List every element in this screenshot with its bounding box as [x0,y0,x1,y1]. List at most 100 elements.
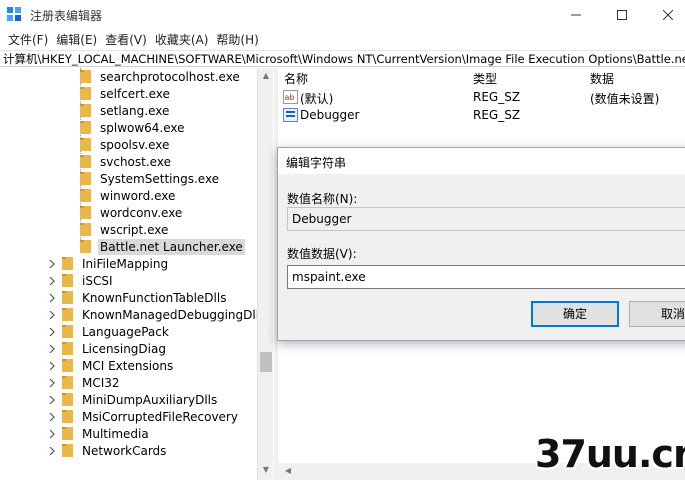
list-row[interactable]: ab (默认) REG_SZ (数值未设置) [278,88,685,106]
tree-node[interactable]: iSCSI [62,272,115,289]
expand-chevron-icon[interactable] [47,323,57,340]
tree-node[interactable]: winword.exe [80,187,177,204]
tree-node-label: KnownManagedDebuggingDlls [82,307,258,322]
tree-node[interactable]: LicensingDiag [62,340,168,357]
tree-scroll-thumb[interactable] [260,352,272,372]
tree-node[interactable]: IniFileMapping [62,255,170,272]
tree-node-label: MsiCorruptedFileRecovery [82,409,238,424]
scroll-down-icon[interactable]: ▼ [260,464,272,476]
expand-chevron-icon[interactable] [47,408,57,425]
folder-icon [80,240,91,253]
folder-icon [62,393,73,406]
registry-tree: searchprotocolhost.exe selfcert.exe setlan… [0,68,258,480]
tree-scrollbar[interactable]: ▲ ▼ [257,68,273,480]
expand-chevron-icon[interactable] [47,306,57,323]
folder-icon [80,138,91,151]
tree-node[interactable]: selfcert.exe [80,85,172,102]
tree-node[interactable]: MCI Extensions [62,357,175,374]
tree-node[interactable]: Multimedia [62,425,151,442]
expand-chevron-icon[interactable] [47,272,57,289]
tree-node[interactable]: MiniDumpAuxiliaryDlls [62,391,219,408]
list-header: 名称 类型 数据 [278,68,685,86]
scroll-left-icon[interactable]: ◀ [282,465,294,477]
menu-view[interactable]: 查看(V) [101,31,151,48]
value-name-field: Debugger [287,207,685,231]
maximize-icon [617,9,627,20]
tree-node[interactable]: NetworkCards [62,442,168,459]
expand-chevron-icon[interactable] [47,391,57,408]
expand-chevron-icon[interactable] [47,289,57,306]
folder-icon [62,376,73,389]
row-name: Debugger [300,108,360,122]
tree-node[interactable]: setlang.exe [80,102,171,119]
tree-node[interactable]: svchost.exe [80,153,173,170]
expand-chevron-icon[interactable] [47,374,57,391]
expand-chevron-icon[interactable] [47,357,57,374]
tree-node-label: MCI32 [82,375,120,390]
folder-icon [80,172,91,185]
close-icon [663,9,673,20]
title-bar: 注册表编辑器 [0,0,685,29]
tree-node[interactable]: wscript.exe [80,221,170,238]
binary-value-icon [283,108,298,122]
expand-chevron-icon[interactable] [47,425,57,442]
string-value-icon: ab [283,90,298,104]
folder-icon [62,257,73,270]
tree-node[interactable]: wordconv.exe [80,204,184,221]
tree-node-label: spoolsv.exe [100,137,170,152]
folder-icon [62,325,73,338]
row-type: REG_SZ [473,108,521,122]
tree-node[interactable]: MsiCorruptedFileRecovery [62,408,240,425]
tree-node[interactable]: Battle.net Launcher.exe [80,238,245,255]
menu-help[interactable]: 帮助(H) [212,31,262,48]
value-name-label: 数值名称(N): [287,192,358,206]
menu-favorites[interactable]: 收藏夹(A) [151,31,213,48]
edit-string-dialog: 编辑字符串 数值名称(N): Debugger 数值数据(V): mspaint… [277,147,685,341]
close-button[interactable] [645,0,685,29]
column-name-header[interactable]: 名称 [284,70,308,87]
menu-bar: 文件(F) 编辑(E) 查看(V) 收藏夹(A) 帮助(H) [0,29,685,49]
tree-node[interactable]: KnownManagedDebuggingDlls [62,306,258,323]
folder-icon [80,206,91,219]
tree-node[interactable]: spoolsv.exe [80,136,171,153]
value-data-input[interactable]: mspaint.exe [287,265,685,289]
expand-chevron-icon[interactable] [47,340,57,357]
expand-chevron-icon[interactable] [47,255,57,272]
folder-icon [80,70,91,83]
tree-node-label: selfcert.exe [100,86,170,101]
folder-icon [62,308,73,321]
tree-node[interactable]: MCI32 [62,374,122,391]
cancel-button[interactable]: 取消 [629,301,685,327]
tree-node-label: winword.exe [100,188,176,203]
expand-chevron-icon[interactable] [47,442,57,459]
tree-node-label: wscript.exe [100,222,169,237]
tree-node-label: IniFileMapping [82,256,169,271]
address-bar[interactable]: 计算机\HKEY_LOCAL_MACHINE\SOFTWARE\Microsof… [0,50,685,67]
window-title: 注册表编辑器 [30,9,103,23]
tree-node[interactable]: searchprotocolhost.exe [80,68,242,85]
tree-node[interactable]: splwow64.exe [80,119,187,136]
dialog-title-bar: 编辑字符串 [278,148,685,174]
ok-button[interactable]: 确定 [531,301,619,327]
tree-node-label: MiniDumpAuxiliaryDlls [82,392,218,407]
tree-node-label: iSCSI [82,273,113,288]
minimize-button[interactable] [553,0,599,29]
menu-file[interactable]: 文件(F) [4,31,52,48]
tree-node[interactable]: KnownFunctionTableDlls [62,289,228,306]
tree-node[interactable]: SystemSettings.exe [80,170,221,187]
tree-node-label: NetworkCards [82,443,167,458]
column-data-header[interactable]: 数据 [590,70,614,87]
folder-icon [62,427,73,440]
tree-node[interactable]: LanguagePack [62,323,171,340]
maximize-button[interactable] [599,0,645,29]
list-row[interactable]: Debugger REG_SZ [278,106,685,124]
tree-node-label: Battle.net Launcher.exe [98,238,245,255]
folder-icon [62,410,73,423]
menu-edit[interactable]: 编辑(E) [52,31,101,48]
tree-node-label: wordconv.exe [100,205,183,220]
row-type: REG_SZ [473,90,521,104]
column-type-header[interactable]: 类型 [473,70,497,87]
tree-node-label: Multimedia [82,426,149,441]
scroll-up-icon[interactable]: ▲ [260,70,272,82]
minimize-icon [571,14,581,15]
